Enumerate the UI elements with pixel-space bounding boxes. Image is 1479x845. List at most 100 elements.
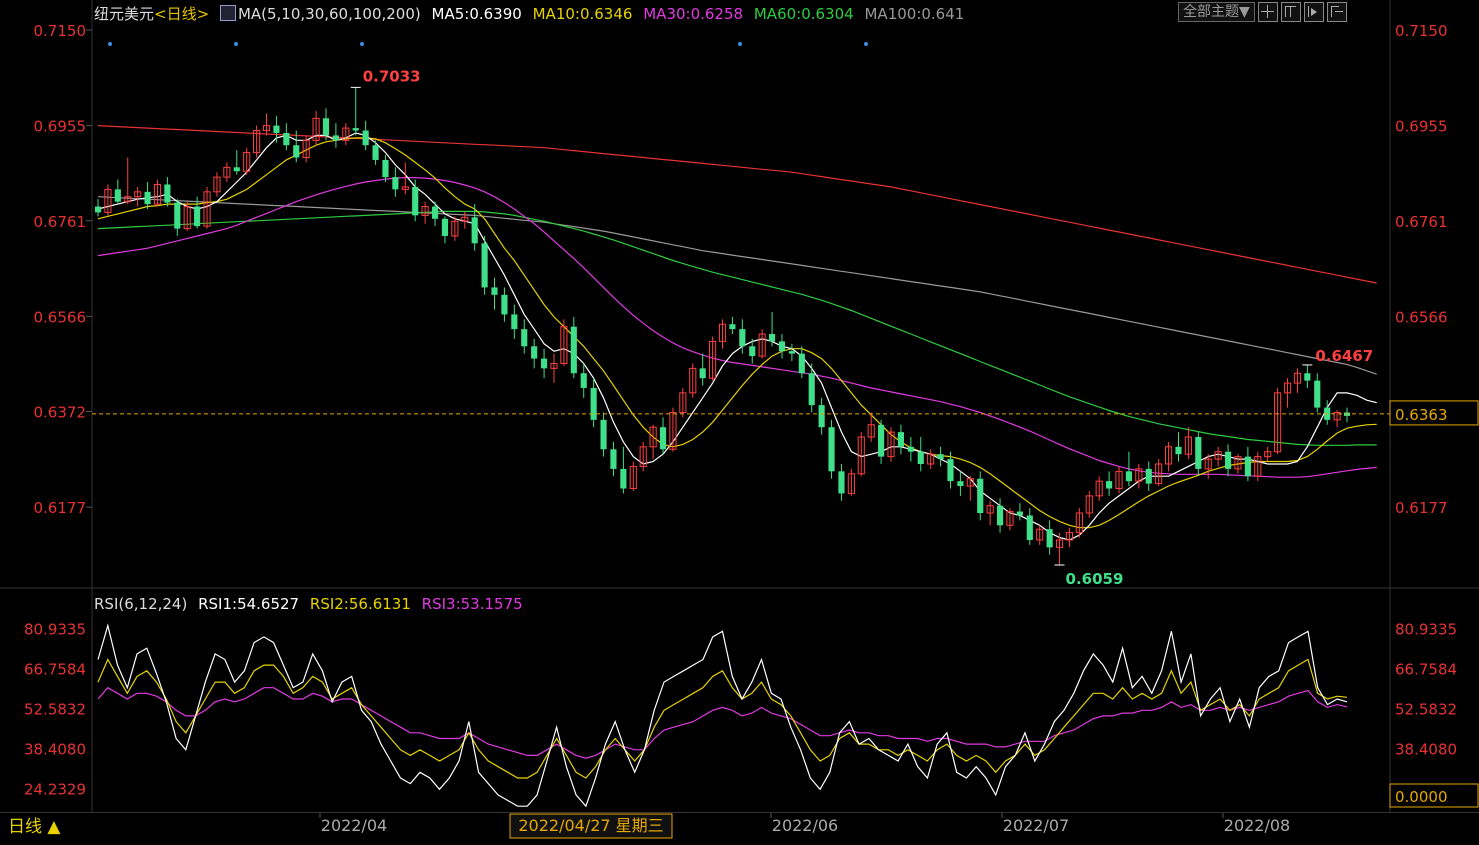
rsi3-value: RSI3:53.1575 xyxy=(421,595,523,613)
ma100-value: MA100:0.641 xyxy=(864,5,965,23)
price-tick-right: 0.6566 xyxy=(1395,308,1448,326)
rsi-tick-left: 52.5832 xyxy=(24,701,86,719)
candle-body-down xyxy=(1244,456,1251,477)
price-tick-left: 0.7150 xyxy=(34,22,87,40)
candle-body-down xyxy=(808,373,815,406)
recent-high-annotation: 0.6467 xyxy=(1315,347,1373,365)
chart-toolbar: 全部主题▼ xyxy=(1178,2,1347,22)
current-price-label: 0.6363 xyxy=(1395,406,1448,424)
candle-body-down xyxy=(441,218,449,236)
candle-body-down xyxy=(332,135,339,141)
high-annotation: 0.7033 xyxy=(363,67,421,85)
candle-body-down xyxy=(937,454,944,460)
low-annotation: 0.6059 xyxy=(1066,570,1124,588)
candle-body-down xyxy=(144,191,151,205)
candle-body-down xyxy=(1145,468,1152,484)
price-tick-left: 0.6955 xyxy=(34,118,87,136)
rsi1-value: RSI1:54.6527 xyxy=(198,595,300,613)
candle-body-down xyxy=(1016,511,1023,516)
theme-dropdown[interactable]: 全部主题▼ xyxy=(1178,2,1255,22)
ma60-value: MA60:0.6304 xyxy=(753,5,854,23)
candle-body-down xyxy=(1224,451,1232,469)
candle-body-down xyxy=(481,243,488,288)
candle-body-down xyxy=(164,184,171,203)
candle-body-down xyxy=(580,373,587,388)
play-icon[interactable] xyxy=(1303,2,1324,22)
ma100-line xyxy=(97,196,1377,375)
candle-body-down xyxy=(94,206,102,213)
symbol-title[interactable]: 纽元美元 xyxy=(94,5,154,23)
price-tick-left: 0.6761 xyxy=(34,213,87,231)
candle-body-down xyxy=(977,478,984,514)
event-marker-icon xyxy=(360,42,364,46)
candle-body-down xyxy=(491,287,498,295)
candle-body-down xyxy=(114,189,121,202)
candle-body-down xyxy=(412,186,419,216)
candle-body-down xyxy=(322,118,330,136)
candle-body-down xyxy=(818,405,825,428)
rsi-tick-right: 38.4080 xyxy=(1395,741,1457,759)
rsi-tick-left: 66.7584 xyxy=(24,661,86,679)
candle-body-down xyxy=(1314,380,1321,408)
ma-params: MA(5,10,30,60,100,200) xyxy=(237,5,421,23)
rsi-params[interactable]: RSI(6,12,24) xyxy=(94,595,187,613)
rsi2-value: RSI2:56.6131 xyxy=(309,595,411,613)
event-marker-icon xyxy=(234,42,238,46)
ma10-value: MA10:0.6346 xyxy=(532,5,633,23)
candle-body-down xyxy=(620,468,627,489)
rsi2-line xyxy=(97,658,1348,779)
candle-body-down xyxy=(471,217,478,244)
candle-body-down xyxy=(947,459,954,482)
candle-body-down xyxy=(570,326,577,374)
candle-body-down xyxy=(273,125,280,133)
candle-body-down xyxy=(729,324,736,330)
candle-body-down xyxy=(897,432,905,447)
candle-body-down xyxy=(957,481,964,487)
rsi-tick-right: 66.7584 xyxy=(1395,661,1457,679)
chart-settings-icon[interactable] xyxy=(219,5,236,21)
price-chart[interactable]: 0.7150 0.7150 0.6955 0.6955 0.6761 0.6761 0.65… xyxy=(0,0,1479,844)
candle-body-down xyxy=(1026,515,1033,540)
candle-body-down xyxy=(362,130,369,146)
price-tick-left: 0.6372 xyxy=(34,404,87,422)
candle-body-down xyxy=(838,471,845,494)
rsi3-line xyxy=(97,686,1348,759)
grid-icon[interactable] xyxy=(1257,2,1278,22)
event-marker-icon xyxy=(864,42,868,46)
ma5-line xyxy=(97,132,1377,541)
candle-body-down xyxy=(699,368,706,379)
period-tag[interactable]: <日线> xyxy=(154,5,209,23)
candle-body-down xyxy=(431,206,439,219)
ma5-value: MA5:0.6390 xyxy=(431,5,522,23)
candle-body-down xyxy=(501,294,508,315)
candle-body-down xyxy=(540,358,548,369)
price-tick-left: 0.6566 xyxy=(34,308,87,326)
rsi-tick-right: 80.9335 xyxy=(1395,621,1457,639)
candle-body-down xyxy=(739,329,746,347)
candle-body-down xyxy=(521,329,528,347)
event-marker-icon xyxy=(108,42,112,46)
price-tick-right: 0.6955 xyxy=(1395,118,1448,136)
candle-body-down xyxy=(1106,481,1113,489)
period-selector-button[interactable]: 日线 ▲ xyxy=(0,814,78,840)
candle-body-down xyxy=(392,177,399,190)
rsi-tick-left: 80.9335 xyxy=(24,621,86,639)
candle-body-down xyxy=(1175,446,1182,455)
rsi-tick-left: 38.4080 xyxy=(24,741,86,759)
rsi-tick-right: 0.0000 xyxy=(1395,788,1448,806)
candle-body-down xyxy=(372,145,379,160)
ma30-value: MA30:0.6258 xyxy=(643,5,744,23)
candle-body-down xyxy=(749,346,756,357)
candle-body-down xyxy=(917,451,924,464)
price-tick-right: 0.7150 xyxy=(1395,22,1448,40)
price-tick-right: 0.6761 xyxy=(1395,213,1448,231)
event-marker-icon xyxy=(738,42,742,46)
candle-body-down xyxy=(1304,373,1311,381)
layout-icon[interactable] xyxy=(1280,2,1301,22)
export-icon[interactable] xyxy=(1326,2,1347,22)
candle-body-down xyxy=(1195,437,1202,469)
candle-body-down xyxy=(511,314,518,330)
candle-body-down xyxy=(233,167,240,172)
candle-body-down xyxy=(778,341,786,352)
candle-body-down xyxy=(996,505,1004,526)
